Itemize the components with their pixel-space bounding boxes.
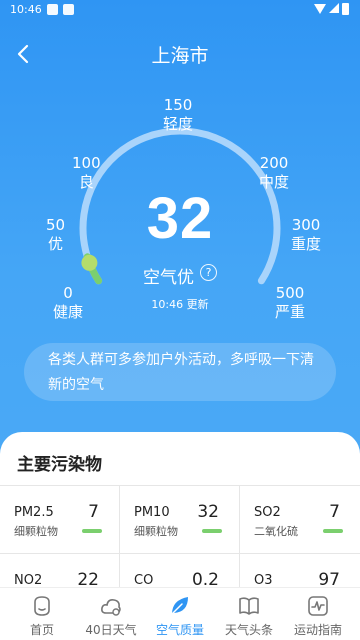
pollutant-name: NO2: [14, 573, 43, 587]
pollutant-name: CO: [134, 573, 154, 587]
pollutant-name: SO2: [254, 505, 281, 520]
pollutant-pm10[interactable]: PM10 细颗粒物 32: [120, 486, 240, 554]
leaf-icon: [171, 597, 188, 615]
help-icon[interactable]: ?: [200, 264, 217, 281]
pollutants-grid: PM2.5 细颗粒物 7 PM10 细颗粒物 32 SO2 二氧化硫 7 NO2…: [0, 485, 360, 587]
scale-label-150: 150 轻度: [163, 96, 194, 133]
pollutants-card: 主要污染物 PM2.5 细颗粒物 7 PM10 细颗粒物 32 SO2 二氧化硫…: [0, 432, 360, 587]
pollutant-value: 7: [88, 502, 99, 522]
nav-item-air-quality[interactable]: 空气质量: [144, 588, 216, 640]
nav-item-headlines[interactable]: 天气头条: [213, 588, 285, 640]
pollutant-level-bar: [82, 529, 102, 533]
nav-label: 运动指南: [293, 623, 342, 637]
nav-label: 空气质量: [155, 623, 204, 637]
pollutant-name: O3: [254, 573, 273, 587]
pollutant-value: 0.2: [191, 570, 219, 587]
pollutant-name: PM10: [134, 505, 170, 520]
pollutant-desc: 细颗粒物: [134, 525, 178, 538]
book-icon: [239, 597, 259, 615]
pollutant-level-bar: [202, 529, 222, 533]
pollutant-value: 22: [77, 570, 99, 587]
aqi-level: 空气优: [143, 268, 194, 288]
pollutant-no2[interactable]: NO2 22: [0, 554, 120, 587]
pollutant-o3[interactable]: O3 97: [240, 554, 360, 587]
pollutant-so2[interactable]: SO2 二氧化硫 7: [240, 486, 360, 554]
pollutants-title: 主要污染物: [17, 455, 102, 475]
nav-item-sports[interactable]: 运动指南: [282, 588, 354, 640]
bottom-nav: 首页 40日天气 空气质量 天气头条 运动指南: [0, 587, 360, 640]
pollutant-value: 7: [329, 502, 340, 522]
pollutant-name: PM2.5: [14, 505, 54, 520]
health-advice: 各类人群可多参加户外活动，多呼吸一下清新的空气: [24, 343, 336, 401]
cloud-icon: [101, 599, 121, 616]
gauge-indicator: [81, 254, 98, 271]
pollutant-pm25[interactable]: PM2.5 细颗粒物 7: [0, 486, 120, 554]
home-face-icon: [34, 596, 50, 616]
pollutant-value: 32: [197, 502, 219, 522]
pollutant-desc: 二氧化硫: [254, 525, 298, 538]
pollutant-co[interactable]: CO 0.2: [120, 554, 240, 587]
nav-label: 天气头条: [224, 623, 273, 637]
nav-label: 首页: [29, 623, 54, 637]
nav-item-40day[interactable]: 40日天气: [75, 588, 147, 640]
update-time: 10:46 更新: [151, 298, 209, 311]
pulse-icon: [308, 596, 328, 616]
nav-item-home[interactable]: 首页: [6, 588, 78, 640]
nav-label: 40日天气: [85, 623, 137, 637]
pollutant-desc: 细颗粒物: [14, 525, 58, 538]
pollutant-level-bar: [323, 529, 343, 533]
pollutant-value: 97: [318, 570, 340, 587]
aqi-value: 32: [146, 186, 214, 251]
